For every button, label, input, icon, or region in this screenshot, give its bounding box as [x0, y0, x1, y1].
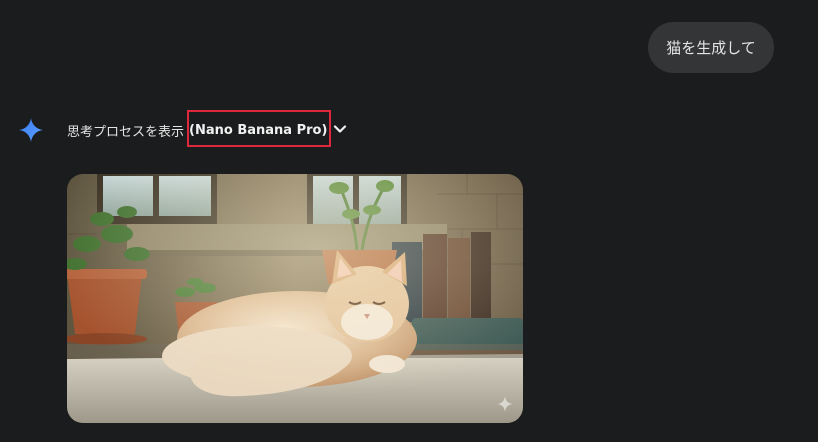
generated-cat-image[interactable]: [67, 174, 523, 423]
show-thinking-toggle[interactable]: 思考プロセスを表示 (Nano Banana Pro): [67, 118, 327, 142]
cat-illustration: [67, 174, 523, 423]
gemini-sparkle-icon: [19, 118, 43, 142]
user-message-text: 猫を生成して: [666, 39, 756, 57]
chevron-down-icon[interactable]: [332, 121, 348, 137]
user-message-bubble: 猫を生成して: [648, 22, 774, 73]
model-name: (Nano Banana Pro): [189, 122, 328, 138]
chat-page: 猫を生成して 思考プロセスを表示 (Nano Banana Pro): [0, 0, 818, 442]
thinking-label: 思考プロセスを表示: [67, 124, 185, 140]
